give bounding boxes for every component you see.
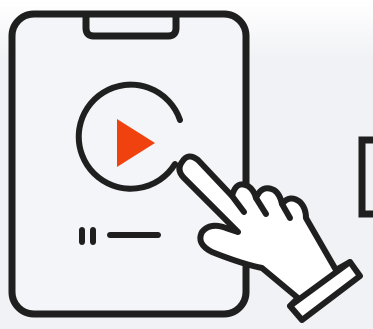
tablet-icon — [8, 10, 250, 318]
edge-mark — [358, 136, 373, 218]
illustration — [8, 10, 373, 323]
